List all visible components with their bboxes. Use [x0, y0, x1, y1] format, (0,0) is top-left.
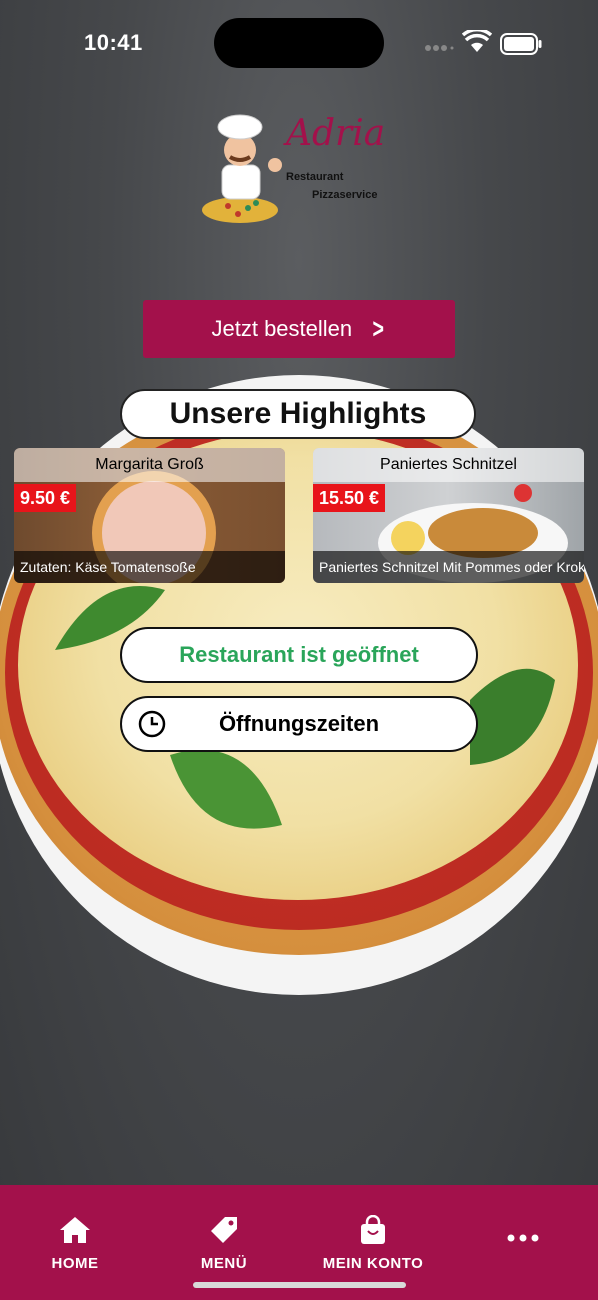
- dynamic-island: [214, 18, 384, 68]
- clock-icon: [138, 710, 166, 744]
- brand-line2: Pizzaservice: [312, 189, 377, 201]
- nav-item-menu[interactable]: MENÜ: [169, 1215, 279, 1272]
- nav-label-home: HOME: [51, 1255, 99, 1272]
- card-description: Zutaten: Käse Tomatensoße: [14, 551, 285, 583]
- battery-icon: [500, 33, 542, 60]
- restaurant-open-status: Restaurant ist geöffnet: [120, 627, 478, 683]
- card-price: 9.50 €: [14, 484, 77, 512]
- brand-name: Adria: [283, 113, 385, 154]
- order-now-label: Jetzt bestellen: [211, 316, 353, 341]
- tag-icon: [207, 1215, 241, 1249]
- highlight-card-margarita[interactable]: Margarita Groß 9.50 € Zutaten: Käse Toma…: [14, 448, 285, 583]
- order-now-button[interactable]: Jetzt bestellen >: [143, 300, 455, 358]
- nav-item-home[interactable]: HOME: [20, 1215, 130, 1272]
- home-icon: [58, 1215, 92, 1249]
- card-price: 15.50 €: [313, 484, 386, 512]
- brand-line1: Restaurant: [286, 171, 344, 183]
- more-icon: [506, 1230, 540, 1247]
- restaurant-logo: Adria Restaurant Pizzaservice: [198, 105, 408, 230]
- card-description: Paniertes Schnitzel Mit Pommes oder Krok…: [313, 551, 584, 583]
- opening-hours-label: Öffnungszeiten: [218, 711, 380, 736]
- nav-label-account: MEIN KONTO: [322, 1255, 424, 1272]
- chevron-right-icon: >: [372, 313, 385, 344]
- card-title: Margarita Groß: [14, 448, 285, 482]
- highlight-card-schnitzel[interactable]: Paniertes Schnitzel 15.50 € Paniertes Sc…: [313, 448, 584, 583]
- card-title: Paniertes Schnitzel: [313, 448, 584, 482]
- nav-label-menu: MENÜ: [200, 1255, 248, 1272]
- nav-item-account[interactable]: MEIN KONTO: [318, 1214, 428, 1272]
- wifi-icon: [461, 27, 493, 59]
- signal-icon: [424, 40, 454, 58]
- opening-hours-button[interactable]: Öffnungszeiten: [120, 696, 478, 752]
- status-time: 10:41: [84, 30, 143, 55]
- shopping-bag-icon: [356, 1214, 390, 1249]
- home-indicator: [193, 1282, 406, 1288]
- nav-item-more[interactable]: [468, 1230, 578, 1247]
- highlights-title: Unsere Highlights: [120, 389, 476, 439]
